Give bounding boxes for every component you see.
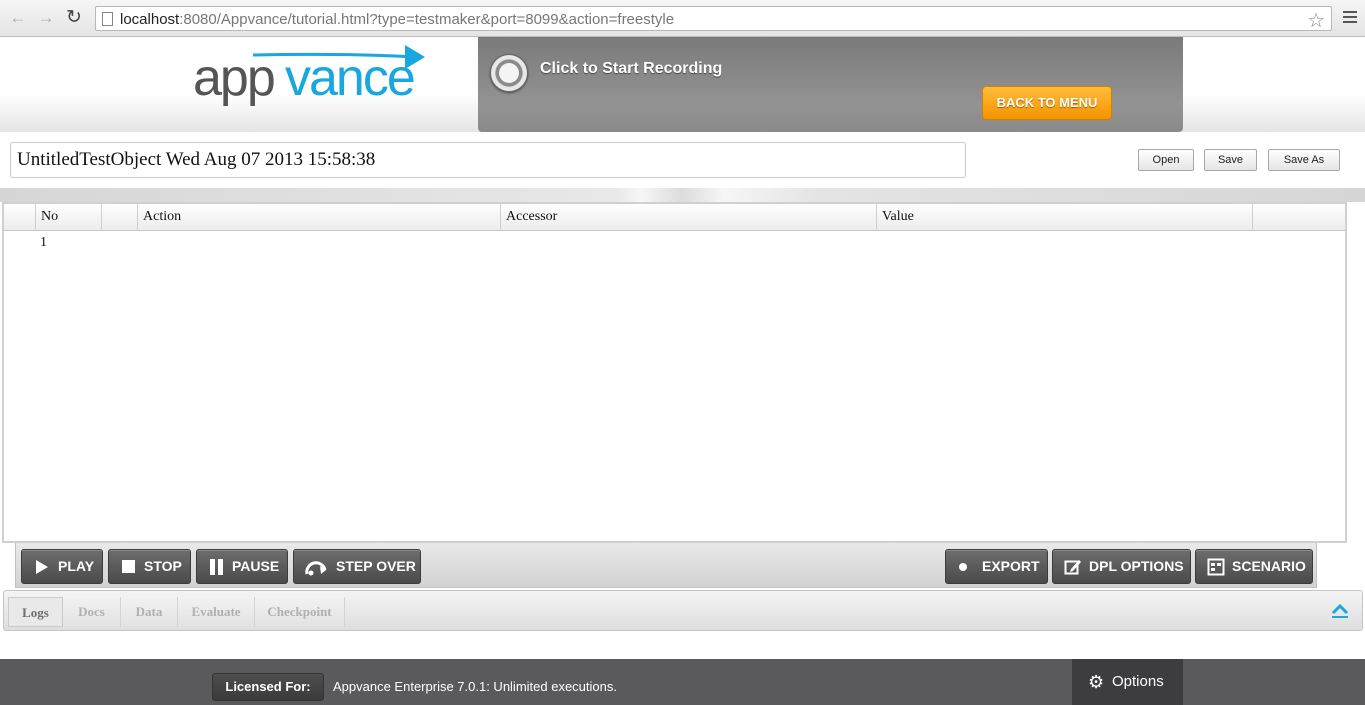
dpl-options-button[interactable]: DPL OPTIONS: [1052, 549, 1191, 584]
tab-docs[interactable]: Docs: [63, 597, 121, 627]
step-over-icon: [305, 561, 327, 576]
grid-header-accessor[interactable]: Accessor: [501, 204, 877, 231]
logo-text-app: app: [193, 49, 274, 107]
record-button-icon[interactable]: [490, 54, 528, 92]
open-button[interactable]: Open: [1138, 149, 1194, 171]
gear-icon: ⚙: [1088, 672, 1105, 692]
browser-toolbar: ← → ↻ localhost:8080/Appvance/tutorial.h…: [0, 0, 1365, 37]
test-title-input[interactable]: UntitledTestObject Wed Aug 07 2013 15:58…: [10, 142, 966, 178]
tab-evaluate[interactable]: Evaluate: [178, 597, 255, 627]
edit-icon: [1064, 560, 1081, 575]
grid-header: No Action Accessor Value: [4, 204, 1345, 231]
reload-icon[interactable]: ↻: [64, 8, 84, 28]
license-text: Appvance Enterprise 7.0.1: Unlimited exe…: [333, 679, 617, 694]
scenario-icon: [1207, 558, 1225, 576]
export-button[interactable]: EXPORT: [945, 549, 1048, 584]
logo-text-vance: vance: [285, 49, 414, 107]
grid-header-value[interactable]: Value: [877, 204, 1253, 231]
play-icon: [36, 560, 48, 574]
save-button[interactable]: Save: [1204, 149, 1257, 171]
tab-checkpoint[interactable]: Checkpoint: [255, 597, 345, 627]
test-steps-grid[interactable]: No Action Accessor Value 1: [2, 202, 1347, 543]
hamburger-menu-icon[interactable]: [1343, 11, 1357, 26]
page-icon: [102, 12, 113, 26]
stop-button[interactable]: STOP: [108, 549, 191, 584]
stop-icon: [122, 560, 135, 573]
step-over-button[interactable]: STEP OVER: [293, 549, 421, 584]
grid-header-blank: [102, 204, 138, 231]
record-dot-icon: [959, 563, 967, 571]
back-to-menu-button[interactable]: BACK TO MENU: [982, 86, 1112, 120]
playback-toolbar: PLAY STOP PAUSE STEP OVER EXPORT DPL OPT…: [15, 543, 1317, 588]
save-as-button[interactable]: Save As: [1268, 149, 1340, 171]
bottom-tabs-bar: Logs Docs Data Evaluate Checkpoint: [3, 590, 1363, 631]
record-label[interactable]: Click to Start Recording: [540, 60, 722, 78]
appvance-logo: app vance: [193, 45, 425, 107]
address-bar[interactable]: localhost:8080/Appvance/tutorial.html?ty…: [95, 6, 1332, 33]
tab-logs[interactable]: Logs: [8, 597, 63, 627]
footer-bar: Licensed For: Appvance Enterprise 7.0.1:…: [0, 659, 1365, 705]
divider-band: [0, 188, 1365, 202]
expand-up-icon[interactable]: [1330, 601, 1350, 621]
options-button[interactable]: ⚙ Options: [1072, 659, 1183, 705]
back-arrow-icon[interactable]: ←: [8, 8, 28, 28]
grid-header-select: [4, 204, 36, 231]
url-text[interactable]: localhost:8080/Appvance/tutorial.html?ty…: [120, 11, 674, 28]
licensed-for-label: Licensed For:: [212, 673, 324, 701]
title-row: UntitledTestObject Wed Aug 07 2013 15:58…: [0, 132, 1365, 188]
grid-header-extra: [1253, 204, 1345, 231]
scenario-button[interactable]: SCENARIO: [1195, 549, 1313, 584]
recording-panel: Click to Start Recording BACK TO MENU: [478, 37, 1183, 132]
pause-icon: [210, 559, 223, 575]
grid-header-no[interactable]: No: [36, 204, 102, 231]
grid-header-action[interactable]: Action: [138, 204, 501, 231]
play-button[interactable]: PLAY: [21, 549, 103, 584]
forward-arrow-icon[interactable]: →: [36, 8, 56, 28]
tab-data[interactable]: Data: [121, 597, 178, 627]
table-row[interactable]: 1: [40, 235, 47, 251]
bookmark-star-icon[interactable]: ☆: [1307, 8, 1325, 33]
pause-button[interactable]: PAUSE: [196, 549, 288, 584]
